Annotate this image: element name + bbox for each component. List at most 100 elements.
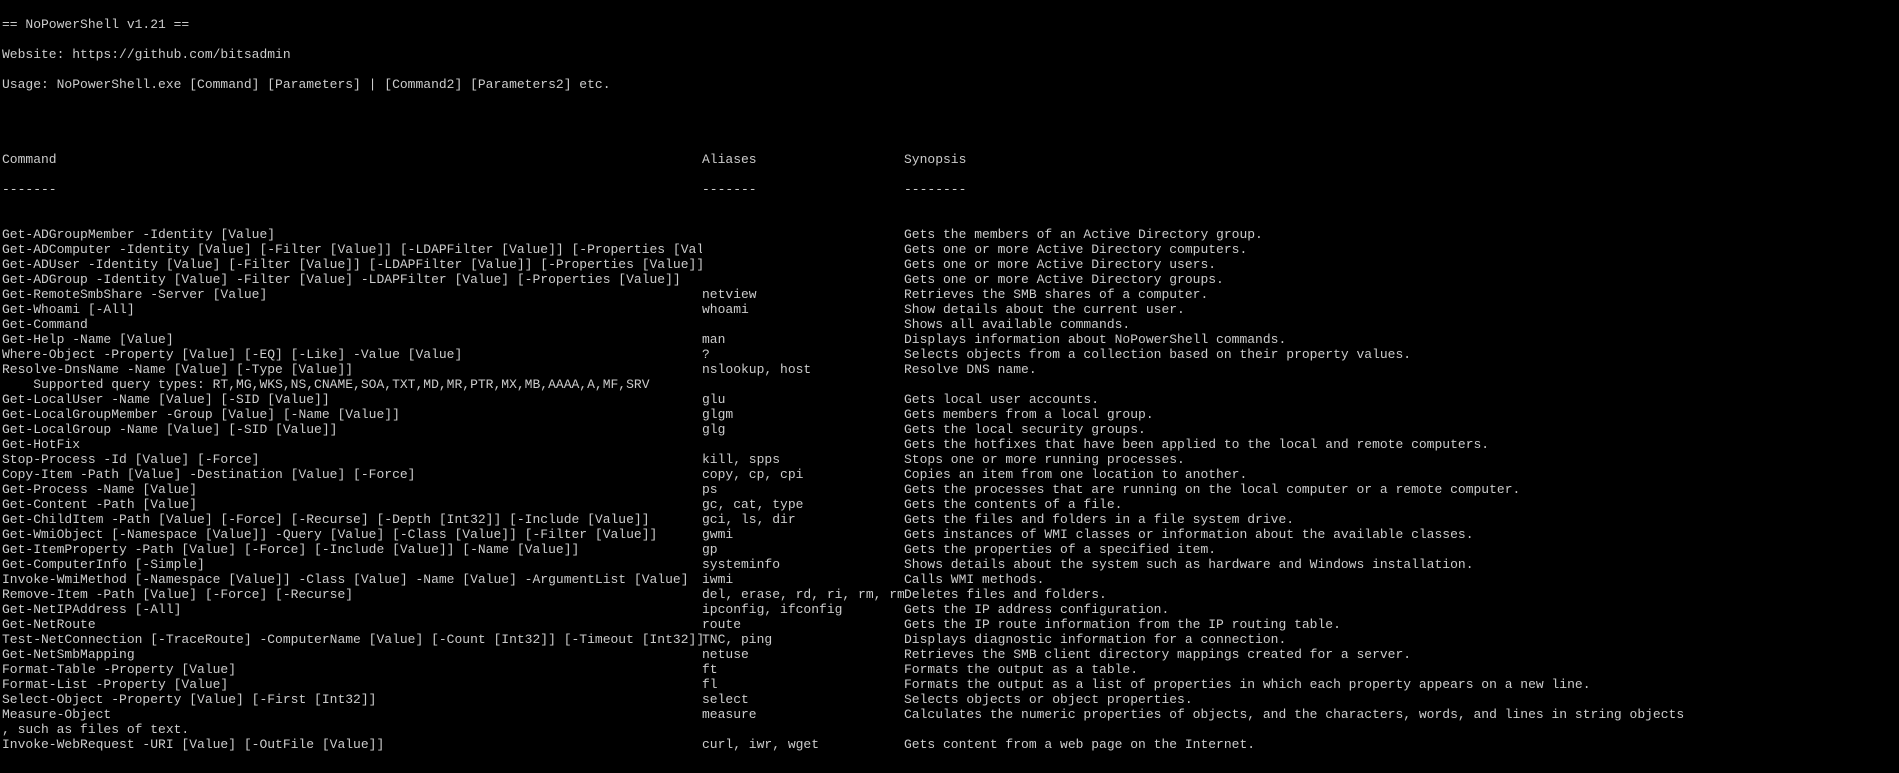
table-row: Get-LocalGroup -Name [Value] [-SID [Valu… <box>2 422 1897 437</box>
cell-aliases: select <box>702 692 904 707</box>
cell-command: Supported query types: RT,MG,WKS,NS,CNAM… <box>2 377 702 392</box>
cell-aliases: measure <box>702 707 904 722</box>
cell-synopsis: Formats the output as a list of properti… <box>904 677 1897 692</box>
cell-command: Where-Object -Property [Value] [-EQ] [-L… <box>2 347 702 362</box>
command-table-body: Get-ADGroupMember -Identity [Value]Gets … <box>2 227 1897 752</box>
cell-synopsis: Gets the local security groups. <box>904 422 1897 437</box>
col-header-command: Command <box>2 152 702 167</box>
cell-synopsis: Gets the files and folders in a file sys… <box>904 512 1897 527</box>
table-row: Get-LocalUser -Name [Value] [-SID [Value… <box>2 392 1897 407</box>
cell-aliases <box>702 437 904 452</box>
cell-aliases: nslookup, host <box>702 362 904 377</box>
table-row: Resolve-DnsName -Name [Value] [-Type [Va… <box>2 362 1897 377</box>
table-row: Copy-Item -Path [Value] -Destination [Va… <box>2 467 1897 482</box>
column-underline-row: ------- ------- -------- <box>2 182 1897 197</box>
cell-command: Stop-Process -Id [Value] [-Force] <box>2 452 702 467</box>
cell-aliases: route <box>702 617 904 632</box>
table-row: Supported query types: RT,MG,WKS,NS,CNAM… <box>2 377 1897 392</box>
cell-synopsis: Gets content from a web page on the Inte… <box>904 737 1897 752</box>
cell-synopsis: Show details about the current user. <box>904 302 1897 317</box>
cell-synopsis <box>904 377 1897 392</box>
col-header-synopsis: Synopsis <box>904 152 1897 167</box>
cell-synopsis: Deletes files and folders. <box>904 587 1897 602</box>
cell-aliases: iwmi <box>702 572 904 587</box>
cell-command: Get-LocalGroup -Name [Value] [-SID [Valu… <box>2 422 702 437</box>
cell-synopsis: Shows all available commands. <box>904 317 1897 332</box>
cell-aliases: glgm <box>702 407 904 422</box>
cell-synopsis: Retrieves the SMB shares of a computer. <box>904 287 1897 302</box>
table-row: Get-CommandShows all available commands. <box>2 317 1897 332</box>
table-row: Get-Help -Name [Value]manDisplays inform… <box>2 332 1897 347</box>
table-row: Select-Object -Property [Value] [-First … <box>2 692 1897 707</box>
table-row: Get-ADGroupMember -Identity [Value]Gets … <box>2 227 1897 242</box>
col-ul-synopsis: -------- <box>904 182 1897 197</box>
col-ul-command: ------- <box>2 182 702 197</box>
cell-aliases: fl <box>702 677 904 692</box>
cell-synopsis: Resolve DNS name. <box>904 362 1897 377</box>
cell-aliases <box>702 272 904 287</box>
table-row: Invoke-WmiMethod [-Namespace [Value]] -C… <box>2 572 1897 587</box>
cell-aliases: whoami <box>702 302 904 317</box>
cell-synopsis: Gets one or more Active Directory comput… <box>904 242 1897 257</box>
cell-synopsis: Gets the properties of a specified item. <box>904 542 1897 557</box>
cell-command: Get-ItemProperty -Path [Value] [-Force] … <box>2 542 702 557</box>
cell-aliases: curl, iwr, wget <box>702 737 904 752</box>
cell-command: Get-Whoami [-All] <box>2 302 702 317</box>
cell-command: Get-ADComputer -Identity [Value] [-Filte… <box>2 242 702 257</box>
cell-synopsis: Displays diagnostic information for a co… <box>904 632 1897 647</box>
cell-synopsis: Selects objects from a collection based … <box>904 347 1897 362</box>
cell-command: Get-ADGroup -Identity [Value] -Filter [V… <box>2 272 702 287</box>
cell-command: Invoke-WmiMethod [-Namespace [Value]] -C… <box>2 572 702 587</box>
col-ul-aliases: ------- <box>702 182 904 197</box>
cell-aliases: netuse <box>702 647 904 662</box>
cell-synopsis: Gets the members of an Active Directory … <box>904 227 1897 242</box>
cell-command: Get-HotFix <box>2 437 702 452</box>
cell-aliases <box>702 377 904 392</box>
table-row: Get-NetSmbMappingnetuseRetrieves the SMB… <box>2 647 1897 662</box>
table-row: Test-NetConnection [-TraceRoute] -Comput… <box>2 632 1897 647</box>
cell-aliases: ft <box>702 662 904 677</box>
cell-command: Get-Content -Path [Value] <box>2 497 702 512</box>
table-row: Get-LocalGroupMember -Group [Value] [-Na… <box>2 407 1897 422</box>
cell-aliases: TNC, ping <box>702 632 904 647</box>
header-usage: Usage: NoPowerShell.exe [Command] [Param… <box>2 77 1897 92</box>
cell-command: Get-Process -Name [Value] <box>2 482 702 497</box>
table-row: Remove-Item -Path [Value] [-Force] [-Rec… <box>2 587 1897 602</box>
table-row: Get-ADUser -Identity [Value] [-Filter [V… <box>2 257 1897 272</box>
cell-command: Format-List -Property [Value] <box>2 677 702 692</box>
cell-aliases: ipconfig, ifconfig <box>702 602 904 617</box>
cell-synopsis: Gets one or more Active Directory users. <box>904 257 1897 272</box>
cell-aliases: systeminfo <box>702 557 904 572</box>
cell-command: Resolve-DnsName -Name [Value] [-Type [Va… <box>2 362 702 377</box>
cell-command: Get-Help -Name [Value] <box>2 332 702 347</box>
cell-aliases <box>702 257 904 272</box>
cell-command: Test-NetConnection [-TraceRoute] -Comput… <box>2 632 702 647</box>
table-row: Format-Table -Property [Value]ftFormats … <box>2 662 1897 677</box>
cell-aliases: kill, spps <box>702 452 904 467</box>
table-row: Format-List -Property [Value]flFormats t… <box>2 677 1897 692</box>
cell-command: Get-WmiObject [-Namespace [Value]] -Quer… <box>2 527 702 542</box>
cell-command: Select-Object -Property [Value] [-First … <box>2 692 702 707</box>
cell-command: Get-NetSmbMapping <box>2 647 702 662</box>
cell-command: Get-RemoteSmbShare -Server [Value] <box>2 287 702 302</box>
cell-synopsis: Gets one or more Active Directory groups… <box>904 272 1897 287</box>
table-row: Get-Content -Path [Value]gc, cat, typeGe… <box>2 497 1897 512</box>
cell-synopsis: Selects objects or object properties. <box>904 692 1897 707</box>
cell-synopsis: Gets instances of WMI classes or informa… <box>904 527 1897 542</box>
cell-command: Get-ComputerInfo [-Simple] <box>2 557 702 572</box>
cell-synopsis: Gets the IP address configuration. <box>904 602 1897 617</box>
cell-synopsis: Displays information about NoPowerShell … <box>904 332 1897 347</box>
header-website: Website: https://github.com/bitsadmin <box>2 47 1897 62</box>
cell-aliases: del, erase, rd, ri, rm, rmdir <box>702 587 904 602</box>
cell-command: Remove-Item -Path [Value] [-Force] [-Rec… <box>2 587 702 602</box>
cell-synopsis: Gets the contents of a file. <box>904 497 1897 512</box>
cell-command: Measure-Object <box>2 707 702 722</box>
cell-synopsis: Gets the hotfixes that have been applied… <box>904 437 1897 452</box>
cell-command: Format-Table -Property [Value] <box>2 662 702 677</box>
blank-line <box>2 107 1897 122</box>
table-row: Measure-ObjectmeasureCalculates the nume… <box>2 707 1897 722</box>
cell-aliases: copy, cp, cpi <box>702 467 904 482</box>
cell-aliases <box>702 227 904 242</box>
table-row: Get-ItemProperty -Path [Value] [-Force] … <box>2 542 1897 557</box>
cell-command: Get-NetRoute <box>2 617 702 632</box>
